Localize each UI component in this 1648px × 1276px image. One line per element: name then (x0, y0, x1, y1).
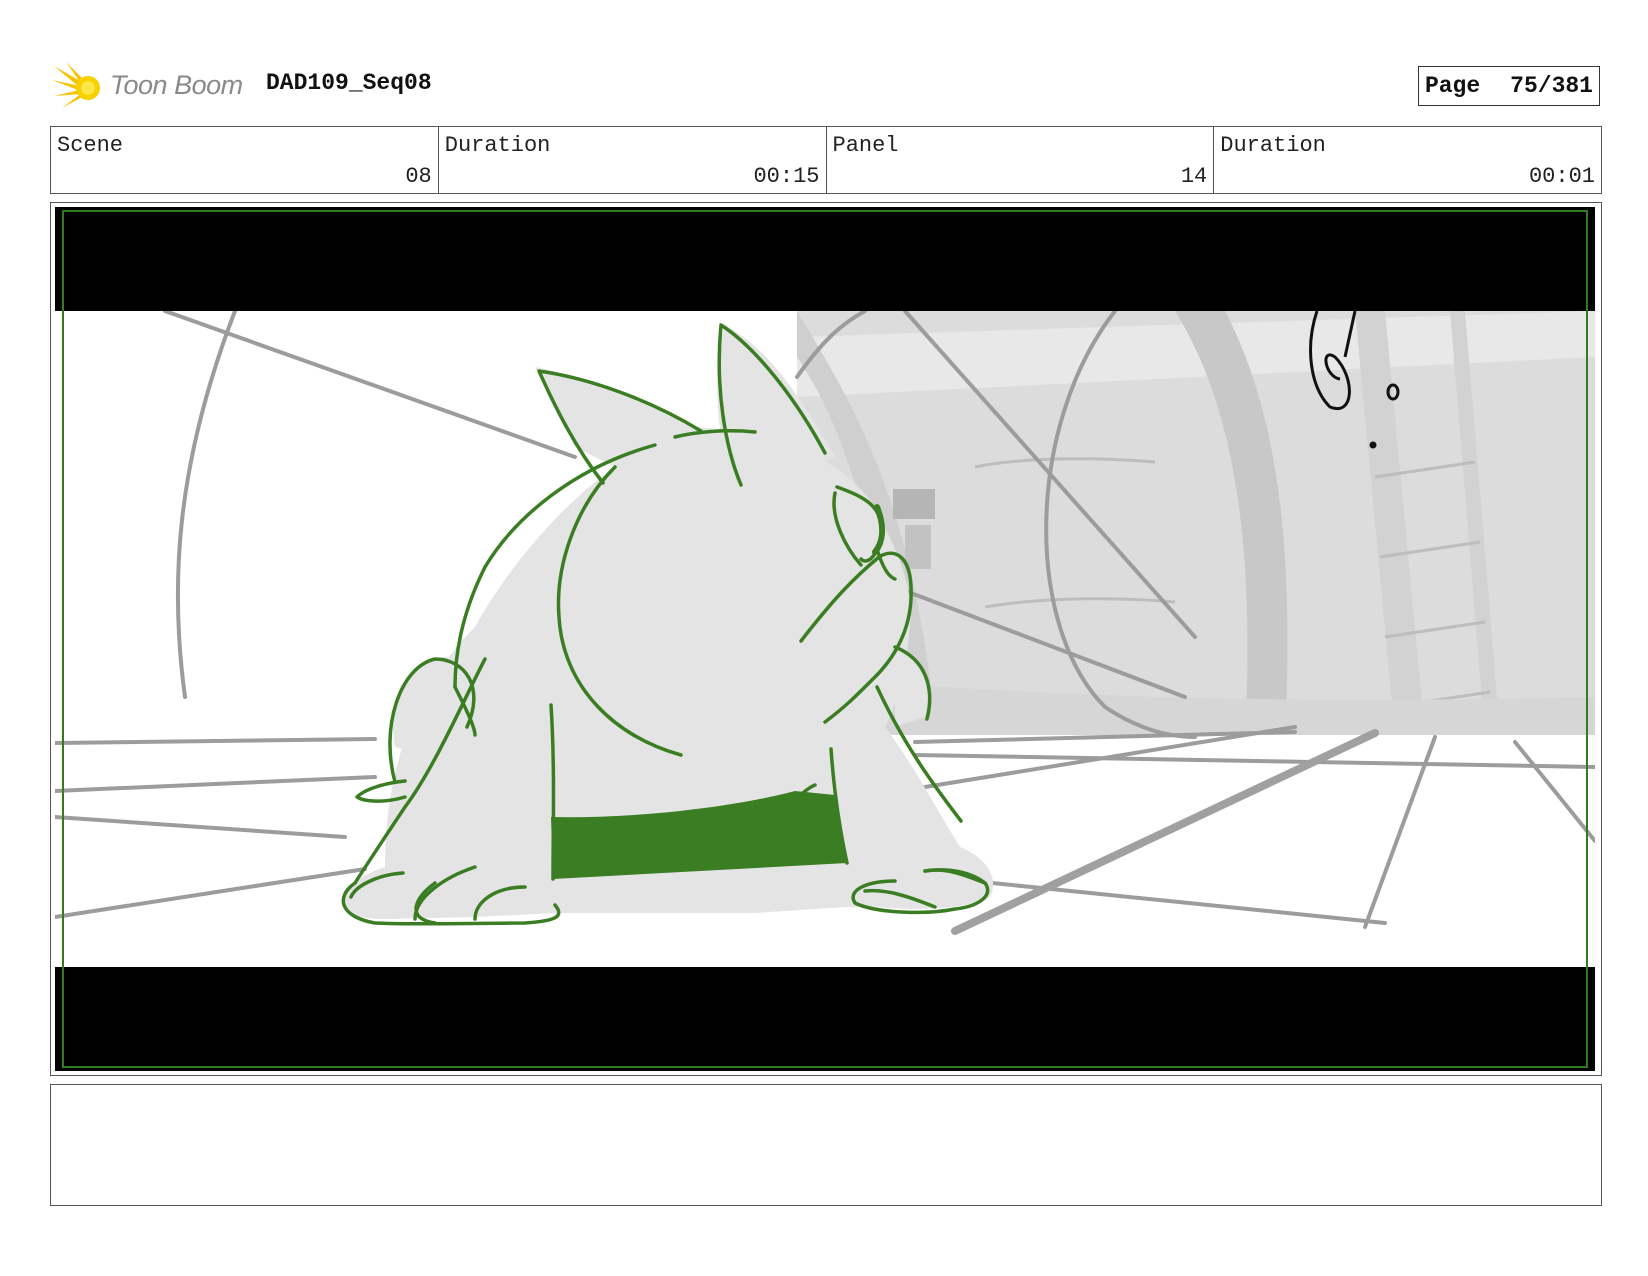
storyboard-panel-image (55, 207, 1595, 1071)
scene-cell: Scene 08 (51, 127, 439, 193)
scene-label: Scene (57, 133, 124, 158)
letterbox-bottom (55, 967, 1595, 1071)
scene-duration-label: Duration (444, 133, 551, 158)
panel-duration-value: 00:01 (1528, 164, 1595, 189)
page-indicator: Page 75/381 (1417, 66, 1600, 106)
panel-label: Panel (832, 133, 899, 158)
scene-duration-value: 00:15 (753, 164, 820, 189)
logo-text: Toon Boom (110, 70, 243, 100)
page-number: 75/381 (1510, 73, 1593, 99)
storyboard-panel-frame (50, 202, 1602, 1076)
toon-boom-logo: Toon Boom (52, 60, 252, 112)
panel-duration-label: Duration (1220, 133, 1326, 158)
star-burst-icon (52, 62, 100, 108)
panel-duration-cell: Duration 00:01 (1214, 127, 1601, 193)
scene-value: 08 (405, 164, 432, 189)
panel-notes-box (50, 1084, 1602, 1206)
scene-duration-cell: Duration 00:15 (439, 127, 827, 193)
panel-value: 14 (1180, 164, 1208, 189)
letterbox-top (55, 207, 1595, 311)
page-label: Page (1424, 73, 1481, 99)
panel-cell: Panel 14 (827, 127, 1215, 193)
panel-info-row: Scene 08 Duration 00:15 Panel 14 Duratio… (50, 126, 1602, 194)
storyboard-header: Toon Boom DAD109_Seq08 Page 75/381 (50, 56, 1600, 116)
project-title: DAD109_Seq08 (266, 70, 432, 96)
